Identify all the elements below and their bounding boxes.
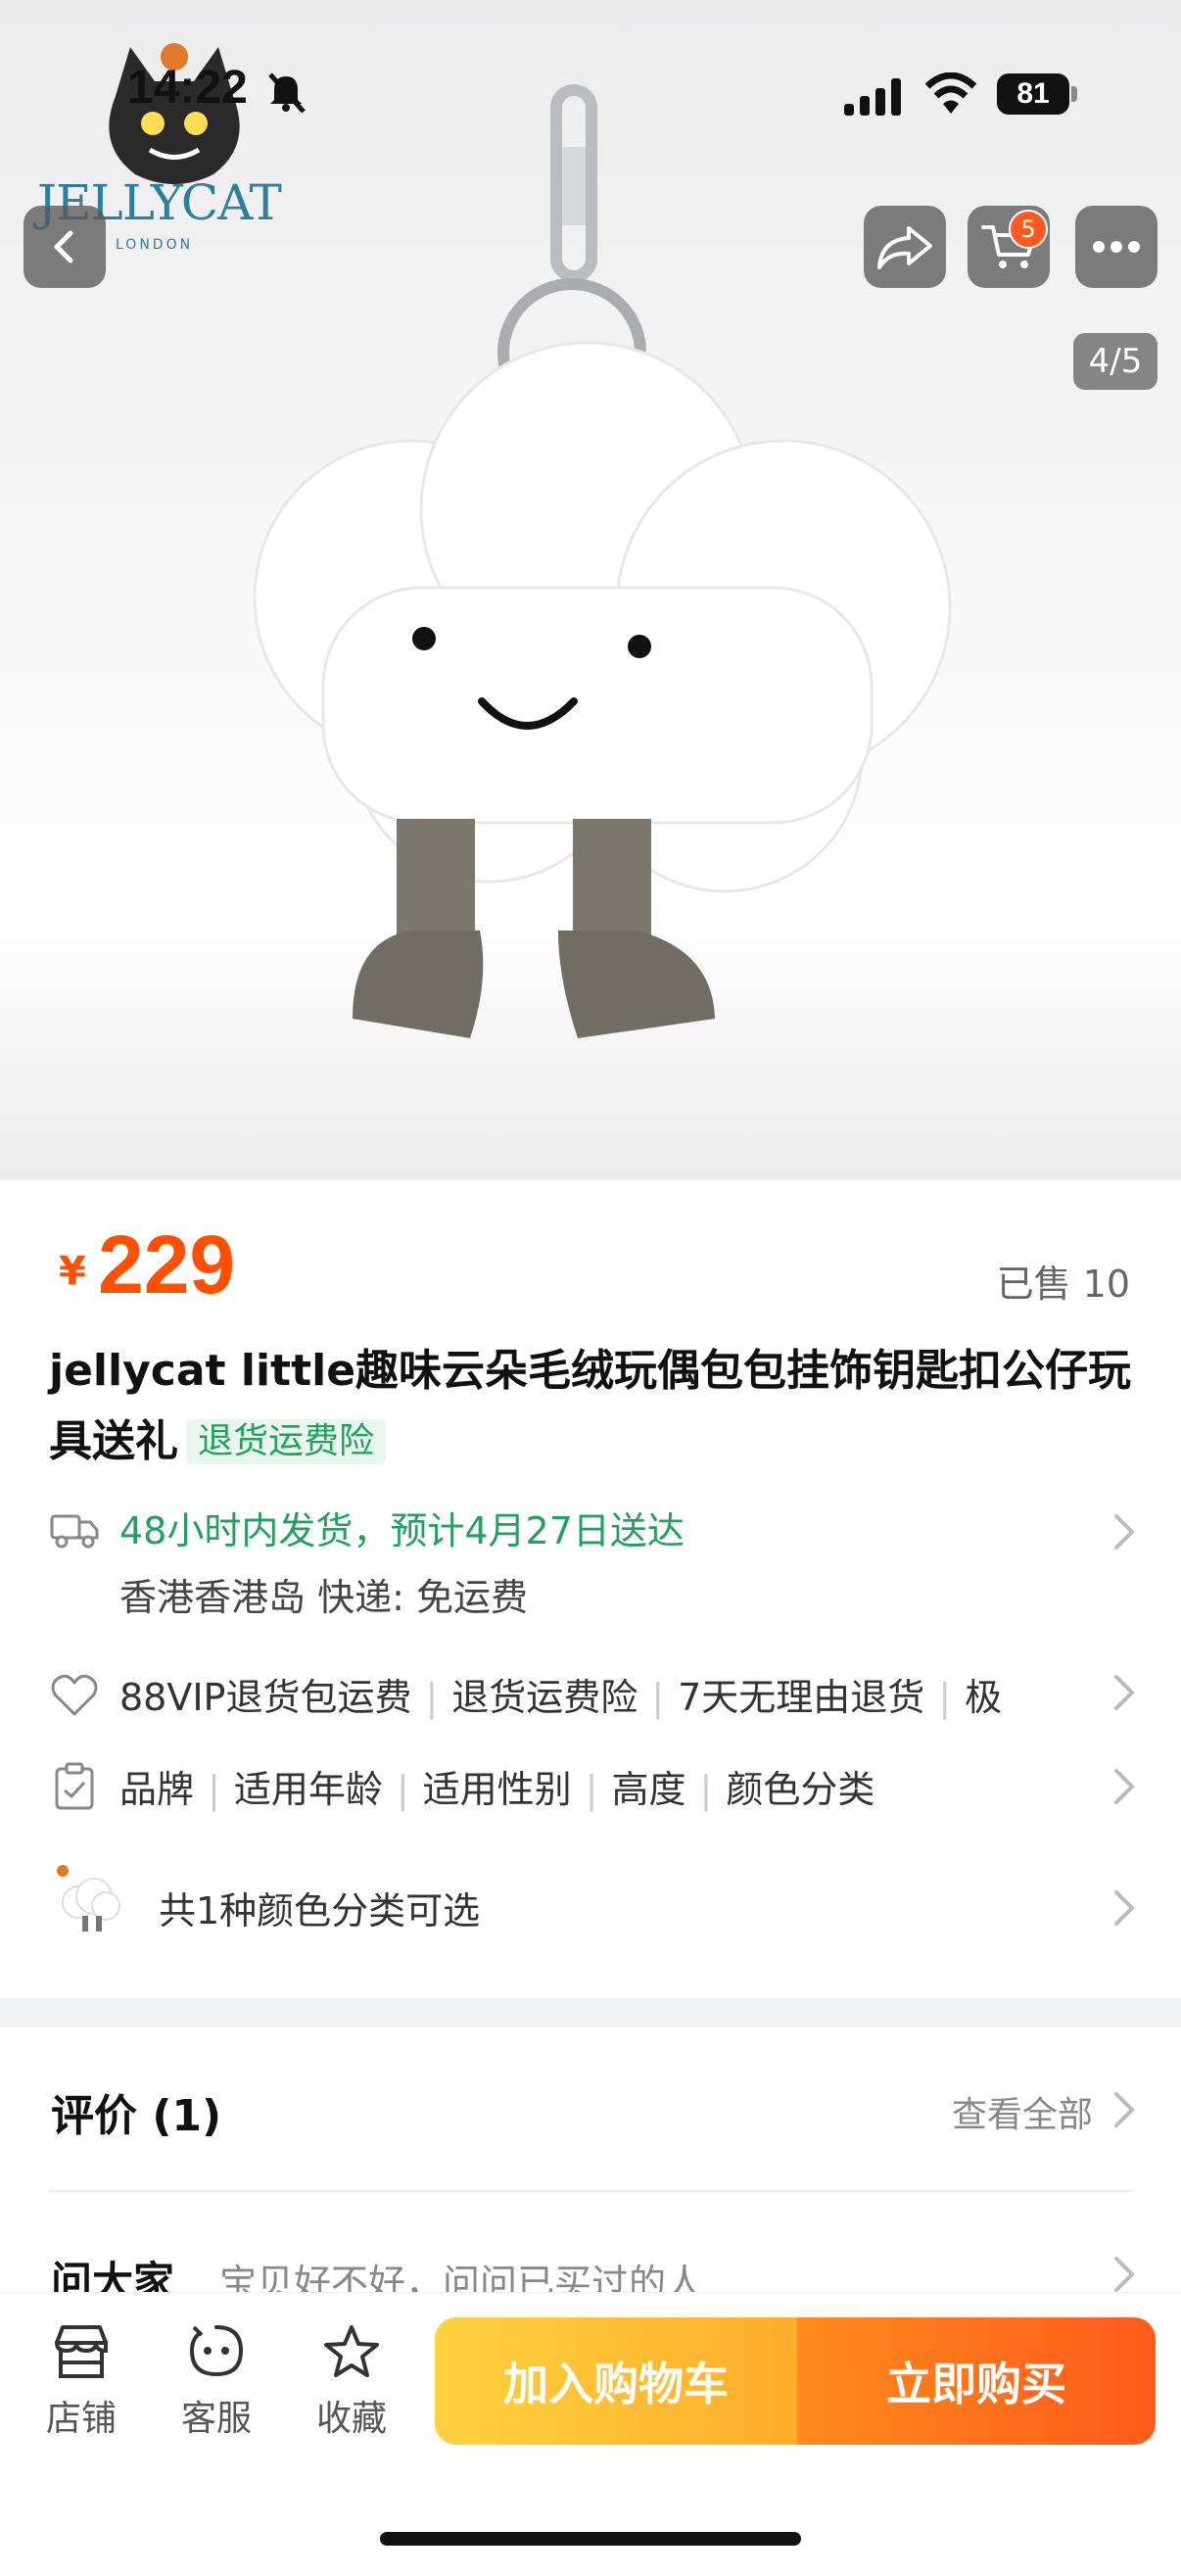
param-brand: 品牌 [119,1768,195,1811]
params-row[interactable]: 品牌 | 适用年龄 | 适用性别 | 高度 | 颜色分类 [49,1759,1136,1813]
price: 229 [98,1218,236,1311]
back-button[interactable] [24,206,106,288]
service-7day-return: 7天无理由退货 [678,1676,925,1719]
see-all-reviews-link[interactable]: 查看全部 [952,2086,1093,2137]
reviews-title: 评价 (1) [51,2091,222,2141]
share-icon [877,226,932,269]
more-button[interactable] [1075,206,1157,288]
favorite-label: 收藏 [315,2399,387,2439]
sold-count: 已售 10 [996,1263,1130,1306]
shop-label: 店铺 [45,2399,117,2439]
shipping-row[interactable]: 48小时内发货，预计4月27日送达 [49,1501,1136,1554]
price-currency: ¥ [59,1249,86,1294]
chevron-right-icon [1114,2257,1135,2292]
service-88vip: 88VIP退货包运费 [119,1676,412,1719]
customer-service-label: 客服 [180,2399,252,2439]
share-button[interactable] [864,206,946,288]
sku-thumbnail[interactable] [49,1861,133,1945]
param-age: 适用年龄 [233,1768,383,1811]
delivery-estimate: 48小时内发货，预计4月27日送达 [119,1509,685,1552]
sku-options-label: 共1种颜色分类可选 [159,1889,481,1932]
home-indicator[interactable] [380,2532,801,2546]
chevron-left-icon [54,230,73,263]
chevron-right-icon [1114,1675,1135,1710]
battery-cap [1071,86,1077,102]
star-icon [324,2325,379,2377]
battery-level: 81 [997,73,1069,115]
shop-tab[interactable]: 店铺 [27,2323,135,2441]
add-to-cart-button[interactable]: 加入购物车 [435,2317,797,2445]
divider [49,2190,1132,2192]
chevron-right-icon [1114,1890,1135,1926]
chevron-right-icon [1114,1514,1135,1550]
return-shipping-tag: 退货运费险 [186,1419,387,1464]
service-more: 极 [965,1676,1003,1719]
services-row[interactable]: 88VIP退货包运费 | 退货运费险 | 7天无理由退货 | 极 [49,1667,1136,1721]
customer-service-tab[interactable]: 客服 [163,2323,270,2441]
product-image-gallery[interactable]: JELLYCAT LONDON 14:22 81 5 4/5 [0,0,1181,1180]
shop-icon [54,2325,108,2378]
cellular-signal-icon [844,78,901,116]
chevron-right-icon [1114,2092,1135,2127]
service-return-insurance: 退货运费险 [451,1676,638,1719]
wifi-icon [924,72,977,114]
param-height: 高度 [611,1768,686,1811]
product-title: jellycat little趣味云朵毛绒玩偶包包挂饰钥匙扣公仔玩具送礼 退货运费… [49,1336,1136,1477]
bell-muted-icon [268,72,306,114]
more-dots-icon [1093,241,1140,253]
chevron-right-icon [1114,1769,1135,1804]
buy-now-button[interactable]: 立即购买 [797,2317,1156,2445]
favorite-tab[interactable]: 收藏 [298,2323,405,2441]
clipboard-icon [55,1762,94,1809]
shipping-origin-fee: 香港香港岛 快递: 免运费 [119,1576,528,1619]
customer-service-icon [189,2325,244,2377]
brand-subtitle: LONDON [116,237,194,253]
image-counter: 4/5 [1073,333,1157,390]
heart-shield-icon [51,1674,98,1715]
sku-row[interactable]: 共1种颜色分类可选 [159,1881,1040,1934]
param-color: 颜色分类 [726,1768,875,1811]
status-time: 14:22 [127,62,248,114]
cart-count-badge: 5 [1009,210,1048,249]
param-gender: 适用性别 [422,1768,572,1811]
truck-icon [50,1514,99,1548]
